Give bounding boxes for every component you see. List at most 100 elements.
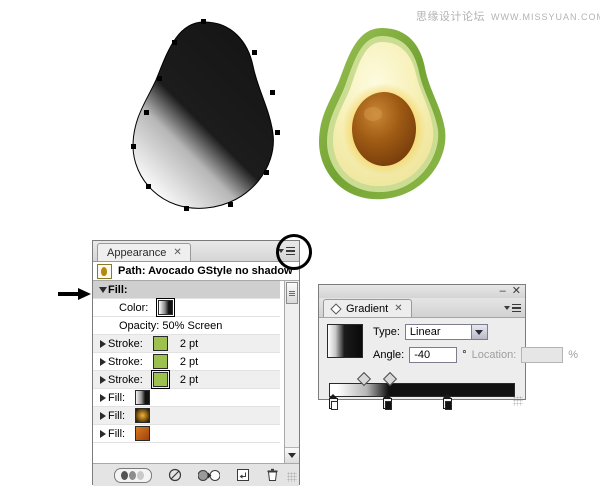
row-label: Fill: — [108, 283, 128, 296]
disclosure-triangle-icon[interactable] — [97, 411, 108, 420]
gradient-titlebar[interactable]: – ✕ — [319, 285, 525, 298]
stop-swatch[interactable] — [383, 398, 392, 410]
close-icon[interactable]: ✕ — [173, 247, 181, 258]
stroke-weight-value[interactable]: 2 pt — [180, 338, 198, 350]
appearance-row-stroke-1[interactable]: Stroke: 2 pt — [93, 335, 280, 353]
gradient-body: Type: Linear Angle: -40 ° Location: % — [319, 318, 578, 410]
appearance-row-stroke-2[interactable]: Stroke: 2 pt — [93, 353, 280, 371]
disclosure-triangle-icon[interactable] — [97, 357, 108, 366]
chevron-down-icon[interactable] — [470, 324, 488, 340]
avocado-pit — [352, 92, 416, 166]
stroke-weight-value[interactable]: 2 pt — [180, 356, 198, 368]
percent-unit: % — [568, 349, 579, 361]
avocado-silhouette-gradient — [131, 19, 280, 211]
fill-color-swatch[interactable] — [135, 408, 151, 423]
reduce-to-basic-appearance-button[interactable] — [197, 469, 220, 482]
stroke-color-swatch[interactable] — [152, 354, 168, 369]
stroke-color-swatch[interactable] — [150, 370, 170, 389]
opacity-appearance-button[interactable] — [113, 467, 152, 483]
row-label: Fill: — [108, 427, 126, 440]
type-select[interactable]: Linear — [404, 324, 488, 340]
tab-gradient-label: Gradient — [346, 302, 389, 315]
gradient-stop-2[interactable] — [443, 394, 452, 410]
page-title: Path: Avocado GStyle no shadow — [118, 265, 293, 277]
path-thumbnail-icon — [97, 263, 112, 279]
appearance-row-opacity[interactable]: Opacity: 50% Screen — [93, 317, 280, 335]
appearance-row-stroke-3[interactable]: Stroke: 2 pt — [93, 370, 280, 389]
avocado-half-colored — [319, 28, 446, 200]
location-input[interactable] — [521, 347, 564, 363]
stop-swatch[interactable] — [329, 398, 338, 410]
disclosure-triangle-icon[interactable] — [97, 429, 108, 438]
row-label: Color: — [119, 301, 149, 314]
screenshot-root: 思缘设计论坛 WWW.MISSYUAN.COM Appearance ✕ Pat… — [0, 0, 600, 500]
resize-grip[interactable] — [287, 472, 297, 482]
appearance-row-color[interactable]: Color: — [93, 298, 280, 317]
disclosure-triangle-icon[interactable] — [97, 393, 108, 402]
gradient-slider[interactable] — [329, 371, 515, 410]
location-label: Location: — [471, 349, 517, 361]
pit-highlight — [364, 107, 382, 121]
gradient-angle-row: Angle: -40 ° Location: % — [373, 347, 578, 363]
disclosure-triangle-icon[interactable] — [97, 286, 108, 293]
watermark-en: WWW.MISSYUAN.COM — [491, 12, 600, 22]
scroll-down-button[interactable] — [285, 447, 299, 463]
gradient-panel[interactable]: – ✕ Gradient ✕ Type: Linear Angle: -40 °… — [318, 284, 578, 410]
appearance-row-fill-2[interactable]: Fill: — [93, 407, 280, 425]
chevron-down-icon — [504, 306, 510, 310]
gradient-preview-swatch[interactable] — [327, 324, 363, 358]
stroke-color-swatch[interactable] — [152, 336, 168, 351]
color-swatch[interactable] — [156, 298, 176, 317]
appearance-item-list[interactable]: Fill: Color: Opacity: 50% Screen Stroke:… — [93, 281, 299, 464]
row-label: Stroke: — [108, 355, 143, 368]
appearance-rows: Fill: Color: Opacity: 50% Screen Stroke:… — [93, 281, 280, 443]
disclosure-triangle-icon[interactable] — [97, 339, 108, 348]
watermark-cn: 思缘设计论坛 — [416, 11, 485, 23]
annotation-highlight-circle — [276, 234, 312, 270]
row-label: Stroke: — [108, 337, 143, 350]
gradient-stop-0[interactable] — [329, 394, 338, 410]
gradient-type-row: Type: Linear — [373, 324, 578, 340]
watermark: 思缘设计论坛 WWW.MISSYUAN.COM — [416, 8, 600, 24]
disclosure-triangle-icon[interactable] — [97, 375, 108, 384]
gradient-icon — [330, 302, 342, 315]
clear-appearance-button[interactable] — [168, 468, 182, 482]
scrollbar-thumb[interactable] — [286, 282, 298, 304]
resize-grip[interactable] — [513, 396, 523, 406]
appearance-footer-toolbar[interactable] — [93, 464, 299, 486]
artboard-avocado-silhouette — [120, 18, 290, 214]
gradient-controls-row: Type: Linear Angle: -40 ° Location: % — [327, 324, 578, 370]
gradient-tabstrip: Gradient ✕ — [319, 298, 525, 318]
gradient-stop-1[interactable] — [383, 394, 392, 410]
fill-color-swatch[interactable] — [135, 390, 151, 405]
row-label: Stroke: — [108, 373, 143, 386]
arrow-right-icon — [58, 288, 91, 300]
gradient-ramp[interactable] — [329, 383, 515, 397]
appearance-scrollbar[interactable] — [284, 281, 299, 463]
gradient-fields: Type: Linear Angle: -40 ° Location: % — [373, 324, 578, 370]
fill-color-swatch[interactable] — [135, 426, 151, 441]
appearance-row-fill-main[interactable]: Fill: — [93, 281, 280, 299]
appearance-row-fill-3[interactable]: Fill: — [93, 425, 280, 443]
minimize-icon[interactable]: – — [500, 286, 506, 297]
appearance-tabstrip: Appearance ✕ — [93, 241, 299, 262]
gradient-panel-menu-button[interactable] — [504, 302, 521, 314]
new-page-icon — [236, 469, 249, 481]
close-icon[interactable]: ✕ — [394, 303, 402, 314]
appearance-row-fill-1[interactable]: Fill: — [93, 389, 280, 407]
duplicate-item-button[interactable] — [236, 468, 250, 482]
delete-item-button[interactable] — [266, 468, 279, 482]
tab-appearance[interactable]: Appearance ✕ — [97, 243, 191, 261]
type-label: Type: — [373, 326, 400, 338]
row-label: Opacity: 50% Screen — [119, 319, 223, 332]
tab-gradient[interactable]: Gradient ✕ — [323, 299, 412, 317]
appearance-panel[interactable]: Appearance ✕ Path: Avocado GStyle no sha… — [92, 240, 300, 486]
close-icon[interactable]: ✕ — [512, 286, 521, 297]
avocado-path — [132, 21, 274, 209]
type-value[interactable]: Linear — [404, 324, 471, 340]
window-buttons: – ✕ — [500, 286, 521, 297]
chevron-down-icon — [288, 453, 296, 458]
angle-input[interactable]: -40 — [409, 347, 458, 363]
stop-swatch[interactable] — [443, 398, 452, 410]
stroke-weight-value[interactable]: 2 pt — [180, 374, 198, 386]
